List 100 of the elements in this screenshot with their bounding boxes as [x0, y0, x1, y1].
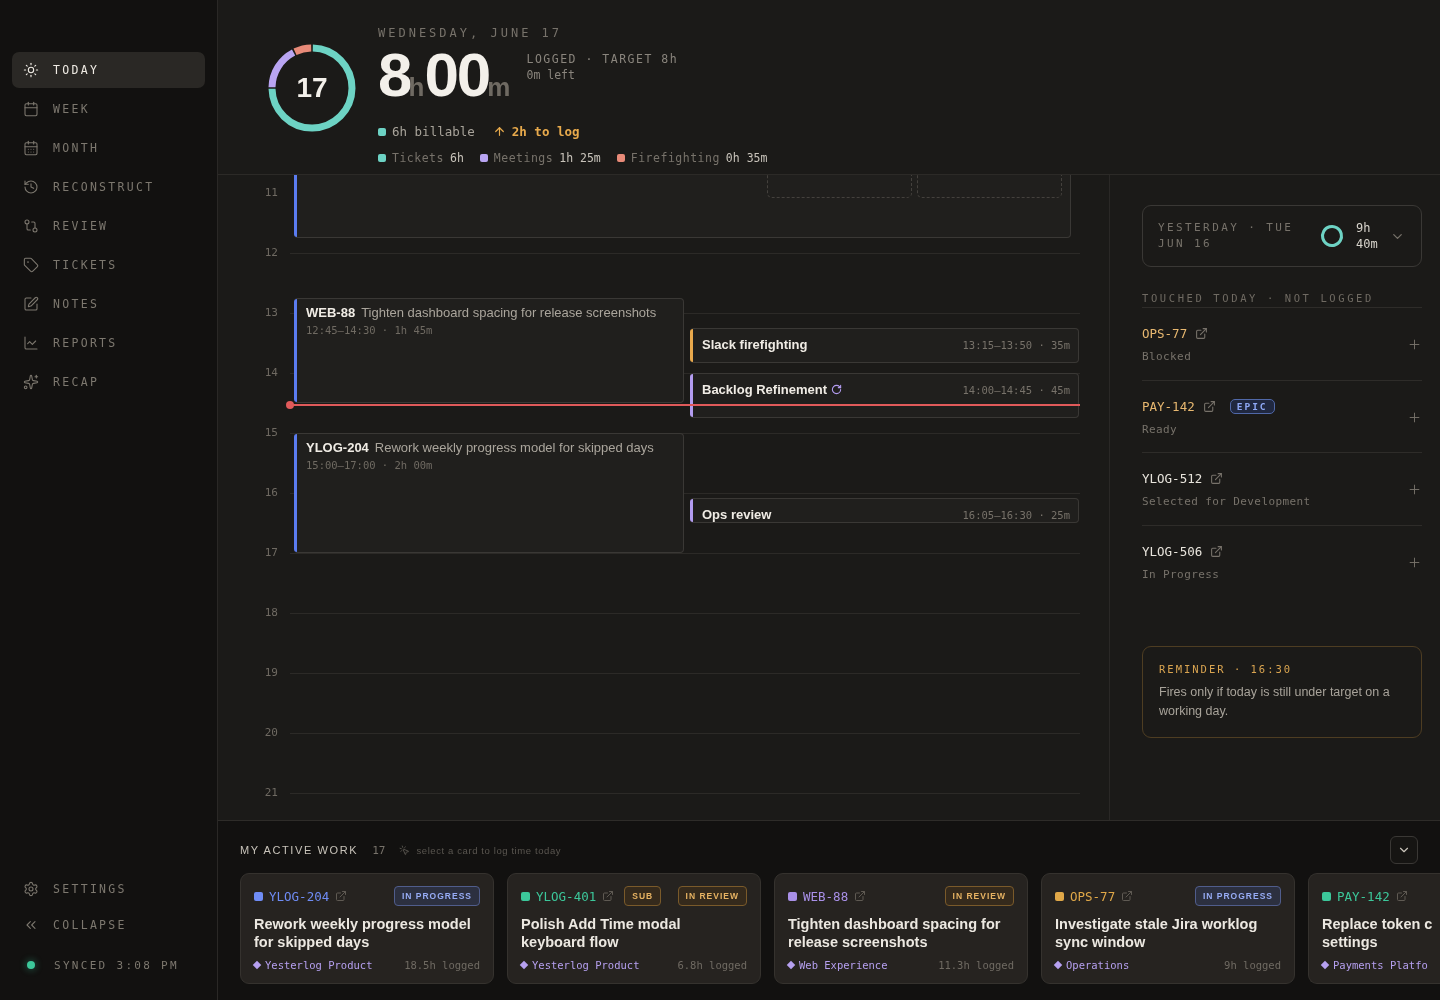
event-time: 13:15–13:50 · 35m — [962, 338, 1070, 351]
work-card[interactable]: YLOG-401 SUB IN REVIEW Polish Add Time modal keyboard flow Yesterlog Product 6.8h logged — [507, 873, 761, 984]
ticket-key[interactable]: YLOG-506 — [1142, 544, 1203, 560]
event-time: 14:00–14:45 · 45m — [962, 383, 1070, 396]
billable-swatch — [378, 127, 386, 136]
day-number: 17 — [295, 72, 329, 104]
card-title: Replace token c settings — [1322, 915, 1434, 951]
pointer-click-icon — [399, 844, 411, 856]
time-left: 0m left — [526, 68, 576, 82]
event-title: Backlog Refinement — [702, 382, 827, 397]
hour-label: 19 — [264, 666, 278, 679]
ticket-key[interactable]: PAY-142 — [1142, 398, 1195, 414]
project-name: Yesterlog Product — [532, 959, 640, 971]
legend-value: 6h — [449, 151, 464, 165]
sun-icon — [23, 62, 39, 78]
meeting-event[interactable]: Slack firefighting 13:15–13:50 · 35m — [690, 328, 1079, 363]
add-button[interactable] — [1406, 482, 1422, 498]
external-link-icon[interactable] — [1202, 399, 1216, 413]
legend-value: 0h 35m — [725, 151, 768, 165]
external-link-icon[interactable] — [1210, 472, 1224, 486]
status-badge: IN PROGRESS — [393, 886, 480, 906]
meeting-event[interactable]: Backlog Refinement 14:00–14:45 · 45m — [690, 373, 1079, 418]
nav-item[interactable]: TODAY — [12, 52, 205, 88]
work-card[interactable]: YLOG-204 IN PROGRESS Rework weekly progress model for skipped days Yesterlog Product 18.5h logged — [240, 873, 494, 984]
legend-label: Meetings — [493, 151, 554, 165]
hour-label: 21 — [264, 786, 278, 799]
external-link-icon[interactable] — [854, 890, 867, 902]
nav-item[interactable]: RECONSTRUCT — [12, 169, 205, 205]
nav-item[interactable]: REPORTS — [12, 325, 205, 361]
yesterday-summary[interactable]: YESTERDAY · TUE JUN 16 9h 40m — [1142, 205, 1422, 267]
ticket-status: In Progress — [1142, 568, 1221, 582]
collapse-button[interactable] — [1390, 836, 1418, 864]
external-link-icon[interactable] — [1121, 890, 1134, 902]
event-accent-bar — [294, 175, 297, 237]
current-time-dot — [286, 401, 294, 409]
work-card[interactable]: OPS-77 IN PROGRESS Investigate stale Jira worklog sync window Operations 9h logged — [1041, 873, 1295, 984]
add-button[interactable] — [1406, 555, 1422, 571]
ticket-key: PAY-142 — [1337, 888, 1390, 904]
branch-icon — [23, 218, 39, 234]
hour-label: 20 — [264, 726, 278, 739]
ticket-key[interactable]: OPS-77 — [1142, 326, 1188, 342]
ticket-event[interactable] — [294, 175, 1071, 238]
ticket-event[interactable]: YLOG-204 Rework weekly progress model for skipped days 15:00–17:00 · 2h 00m — [294, 433, 684, 553]
work-card[interactable]: PAY-142 Replace token c settings Payments Platfo — [1308, 873, 1440, 984]
add-button[interactable] — [1406, 409, 1422, 425]
nav-item[interactable]: TICKETS — [12, 247, 205, 283]
settings-icon — [23, 881, 39, 897]
ticket-status: Selected for Development — [1142, 495, 1311, 509]
nav-item[interactable]: WEEK — [12, 91, 205, 127]
tag-icon — [23, 257, 39, 273]
line-chart-icon — [23, 335, 39, 351]
hint-text: select a card to log time today — [416, 844, 562, 856]
calendar-icon — [23, 140, 39, 156]
plus-icon — [1406, 409, 1422, 425]
hour-label: 18 — [264, 606, 278, 619]
ticket-status: Blocked — [1142, 350, 1193, 364]
logged-hours: 11.3h logged — [938, 959, 1014, 971]
plus-icon — [1406, 482, 1422, 498]
empty-slot[interactable] — [917, 175, 1062, 198]
time-to-log: 2h to log — [511, 124, 580, 139]
target-label: LOGGED · TARGET 8h — [526, 52, 679, 66]
card-title: Tighten dashboard spacing for release screenshots — [788, 915, 1002, 951]
event-title: Slack firefighting — [702, 337, 808, 352]
external-link-icon[interactable] — [1210, 545, 1224, 559]
nav-item[interactable]: RECAP — [12, 364, 205, 400]
event-time: 15:00–17:00 · 2h 00m — [305, 458, 434, 471]
reminder-title: REMINDER · 16:30 — [1159, 663, 1294, 675]
project-name: Payments Platfo — [1333, 959, 1428, 971]
nav-item[interactable]: COLLAPSE — [12, 914, 205, 936]
logged-hours: 6.8h logged — [677, 959, 747, 971]
date-label: WEDNESDAY, JUNE 17 — [378, 26, 564, 40]
nav-item[interactable]: SETTINGS — [12, 878, 205, 900]
event-title: YLOG-204 Rework weekly progress model for skipped days — [305, 439, 655, 455]
nav-item[interactable]: REVIEW — [12, 208, 205, 244]
ticket-key: YLOG-204 — [269, 888, 330, 904]
external-link-icon[interactable] — [335, 890, 348, 902]
status-badge: IN PROGRESS — [1194, 886, 1281, 906]
nav-item[interactable]: MONTH — [12, 130, 205, 166]
plus-icon — [1406, 555, 1422, 571]
external-link-icon[interactable] — [602, 890, 615, 902]
plus-icon — [1406, 337, 1422, 353]
external-link-icon[interactable] — [1195, 327, 1209, 341]
external-link-icon[interactable] — [1395, 890, 1408, 902]
ticket-event[interactable]: WEB-88 Tighten dashboard spacing for release screenshots 12:45–14:30 · 1h 45m — [294, 298, 684, 403]
add-button[interactable] — [1406, 337, 1422, 353]
pen-square-icon — [23, 296, 39, 312]
hour-label: 16 — [264, 486, 278, 499]
logged-total: 8h00m — [378, 44, 511, 111]
ticket-key[interactable]: YLOG-512 — [1142, 471, 1203, 487]
legend-label: Firefighting — [630, 151, 720, 165]
nav-item[interactable]: NOTES — [12, 286, 205, 322]
hour-label: 15 — [264, 426, 278, 439]
progress-ring — [1320, 224, 1344, 248]
legend-value: 1h 25m — [559, 151, 601, 165]
event-title: Ops review — [702, 507, 772, 522]
work-card[interactable]: WEB-88 IN REVIEW Tighten dashboard spacing for release screenshots Web Experience 11.3h logged — [774, 873, 1028, 984]
meeting-event[interactable]: Ops review 16:05–16:30 · 25m — [690, 498, 1079, 523]
empty-slot[interactable] — [767, 175, 912, 198]
item-count: 17 — [372, 843, 386, 857]
status-badge: IN REVIEW — [944, 886, 1014, 906]
